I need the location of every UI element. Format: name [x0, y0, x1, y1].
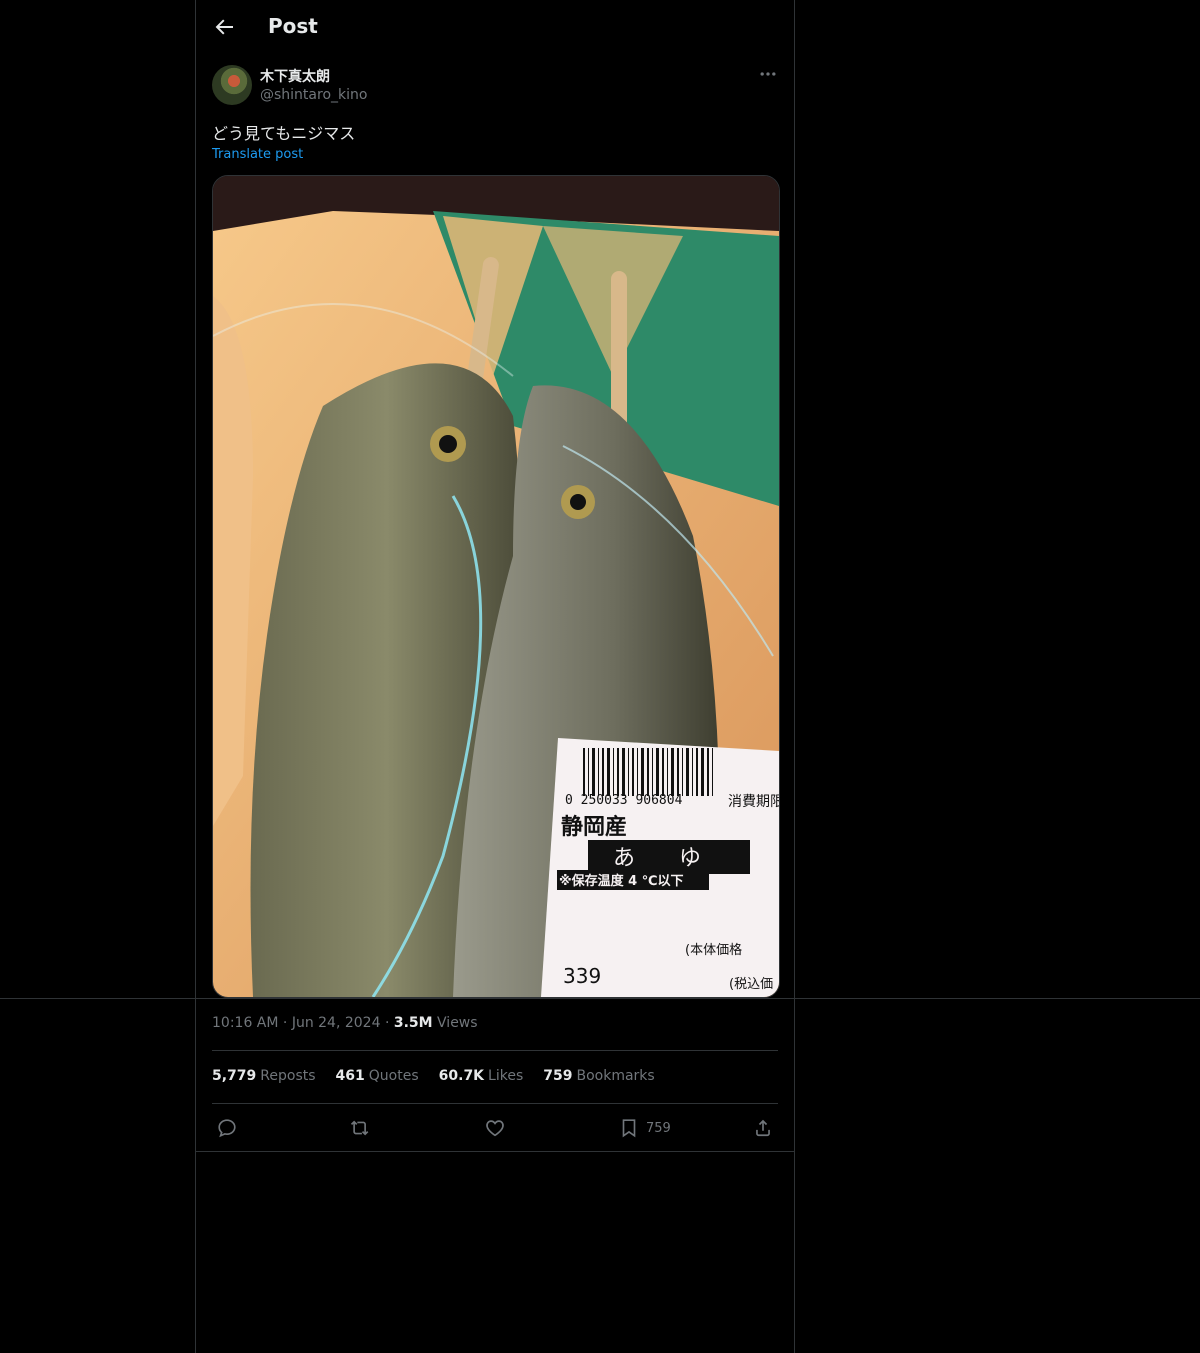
separator — [196, 1151, 794, 1152]
action-bar: 759 — [212, 1116, 778, 1142]
stat-count: 5,779 — [212, 1068, 257, 1084]
post-time[interactable]: 10:16 AM — [212, 1015, 278, 1031]
repost-button[interactable] — [350, 1116, 372, 1140]
price-type-label: (本体価格 — [685, 942, 742, 958]
separator — [212, 1050, 778, 1051]
stat-quotes[interactable]: 461 Quotes — [336, 1068, 419, 1084]
post-meta: 10:16 AM · Jun 24, 2024 · 3.5M Views — [212, 1015, 478, 1031]
stat-label: Bookmarks — [576, 1068, 655, 1084]
post-stats: 5,779 Reposts 461 Quotes 60.7K Likes 759 Boo… — [212, 1068, 655, 1084]
stat-bookmarks[interactable]: 759 Bookmarks — [543, 1068, 654, 1084]
stat-label: Quotes — [368, 1068, 419, 1084]
stat-count: 461 — [335, 1068, 365, 1084]
origin-label: 静岡産 — [561, 814, 627, 840]
like-button[interactable] — [484, 1116, 506, 1140]
post-date[interactable]: Jun 24, 2024 — [292, 1015, 381, 1031]
stat-likes[interactable]: 60.7K Likes — [439, 1068, 524, 1084]
reply-button[interactable] — [216, 1116, 238, 1140]
back-arrow-icon[interactable] — [212, 15, 236, 39]
repost-icon — [350, 1120, 369, 1136]
views-count: 3.5M — [393, 1015, 433, 1031]
price-label: 0 250033 906804 消費期限 静岡産 あ ゆ ※保存温度 4 ℃以下… — [541, 738, 779, 997]
tax-price-label: (税込価 — [729, 977, 773, 992]
post-text: どう見てもニジマス — [212, 124, 356, 143]
author-handle[interactable]: @shintaro_kino — [260, 87, 367, 103]
product-label: あ ゆ — [613, 846, 701, 871]
more-icon[interactable] — [758, 64, 778, 84]
fish-photo: 0 250033 906804 消費期限 静岡産 あ ゆ ※保存温度 4 ℃以下… — [213, 176, 779, 997]
post-image[interactable]: 0 250033 906804 消費期限 静岡産 あ ゆ ※保存温度 4 ℃以下… — [212, 175, 780, 998]
views-label: Views — [437, 1015, 478, 1031]
share-icon — [756, 1119, 770, 1137]
reply-icon — [218, 1119, 236, 1138]
stat-label: Reposts — [260, 1068, 316, 1084]
meta-dot: · — [282, 1015, 292, 1031]
author-name[interactable]: 木下真太朗 — [260, 66, 330, 86]
separator — [212, 1103, 778, 1104]
storage-label: ※保存温度 4 ℃以下 — [559, 873, 683, 889]
like-icon — [486, 1120, 504, 1137]
page-title: Post — [268, 14, 318, 38]
stat-label: Likes — [488, 1068, 524, 1084]
avatar[interactable] — [212, 65, 252, 105]
bookmark-button[interactable]: 759 — [618, 1116, 671, 1140]
stat-count: 60.7K — [438, 1068, 485, 1084]
stat-count: 759 — [543, 1068, 573, 1084]
bookmark-count: 759 — [646, 1120, 671, 1136]
bookmark-icon — [622, 1119, 636, 1138]
main-column: Post 木下真太朗 @shintaro_kino どう見てもニジマス Tran… — [195, 0, 795, 1353]
top-bar: Post — [196, 0, 794, 54]
expiry-label: 消費期限 — [728, 794, 779, 810]
translate-link[interactable]: Translate post — [212, 147, 303, 162]
price-value: 339 — [563, 964, 601, 988]
meta-dot: · — [384, 1015, 394, 1031]
stat-reposts[interactable]: 5,779 Reposts — [212, 1068, 316, 1084]
barcode-number: 0 250033 906804 — [565, 793, 683, 808]
share-button[interactable] — [752, 1116, 774, 1140]
